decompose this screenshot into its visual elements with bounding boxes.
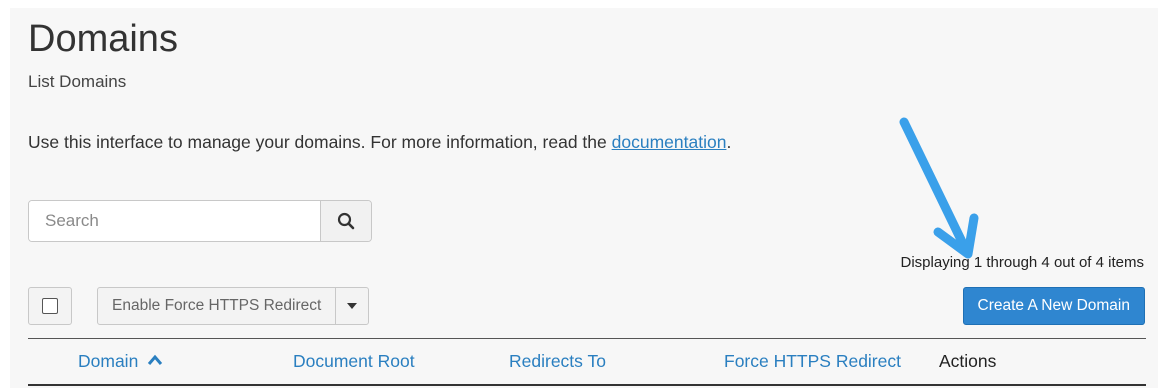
annotation-arrow-icon [899,117,979,259]
page-title: Domains [28,18,178,60]
bulk-action-dropdown-toggle[interactable] [335,288,368,324]
intro-text-body: Use this interface to manage your domain… [28,132,612,152]
search-input[interactable] [29,201,320,241]
search-button[interactable] [320,201,371,241]
column-header-redirects-to[interactable]: Redirects To [509,351,606,372]
chevron-up-icon [148,354,163,365]
caret-down-icon [347,303,358,309]
column-header-domain[interactable]: Domain [78,351,163,372]
page-subtitle: List Domains [28,72,127,91]
column-header-actions: Actions [939,351,997,371]
intro-text: Use this interface to manage your domain… [28,132,731,153]
search-group [28,200,372,242]
column-header-force-https[interactable]: Force HTTPS Redirect [724,351,901,372]
search-icon [337,212,355,230]
column-header-label: Domain [78,351,139,371]
enable-force-https-button[interactable]: Enable Force HTTPS Redirect [98,288,335,324]
documentation-link[interactable]: documentation [612,132,727,152]
select-all-checkbox[interactable] [28,287,72,325]
intro-text-end: . [726,132,732,152]
table-header: Domain Document Root Redirects To Force … [28,338,1146,386]
bulk-action-split-button: Enable Force HTTPS Redirect [97,287,370,325]
column-header-document-root[interactable]: Document Root [293,351,415,372]
checkbox-icon [42,298,58,314]
create-domain-button[interactable]: Create A New Domain [962,287,1145,325]
